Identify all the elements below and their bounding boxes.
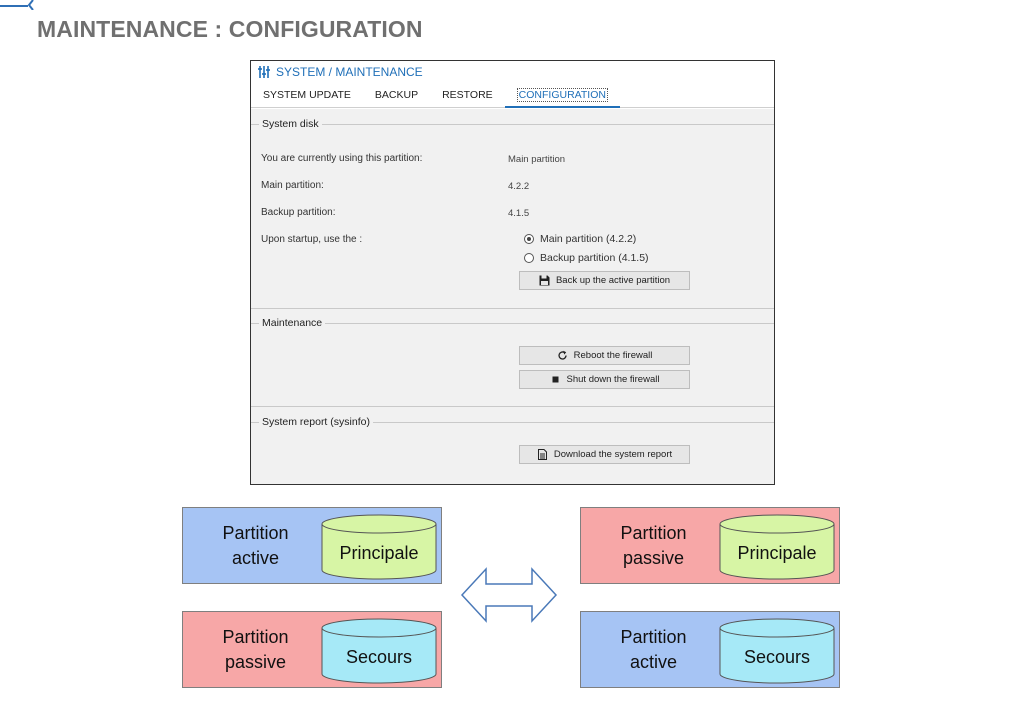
- radio-label: Main partition (4.2.2): [540, 233, 637, 245]
- tab-label: CONFIGURATION: [516, 88, 608, 102]
- partition-box-left-active: Partition active Principale: [182, 507, 442, 584]
- tab-configuration[interactable]: CONFIGURATION: [504, 83, 621, 108]
- current-partition-value: Main partition: [508, 154, 566, 165]
- corner-arrow-icon: [0, 0, 34, 10]
- partition-state-label: Partition active: [222, 522, 289, 568]
- reboot-firewall-button[interactable]: Reboot the firewall: [519, 346, 690, 365]
- disk-label: Principale: [339, 542, 419, 563]
- button-label: Reboot the firewall: [573, 350, 653, 361]
- slide-title: MAINTENANCE : CONFIGURATION: [37, 16, 423, 42]
- section-divider: [251, 406, 774, 407]
- backup-partition-value: 4.1.5: [508, 208, 530, 219]
- maintenance-legend: Maintenance: [251, 316, 774, 330]
- shutdown-firewall-button[interactable]: Shut down the firewall: [519, 370, 690, 389]
- main-partition-label: Main partition:: [261, 180, 324, 191]
- main-partition-value: 4.2.2: [508, 181, 530, 192]
- startup-option-backup[interactable]: Backup partition (4.1.5): [524, 252, 649, 264]
- tab-label: RESTORE: [442, 89, 493, 101]
- section-divider: [251, 308, 774, 309]
- tab-system-update[interactable]: SYSTEM UPDATE: [263, 83, 351, 107]
- download-system-report-button[interactable]: Download the system report: [519, 445, 690, 464]
- section-title: System disk: [262, 118, 319, 130]
- partition-state-label: Partition passive: [620, 522, 687, 568]
- tab-label: BACKUP: [374, 89, 419, 101]
- radio-unchecked[interactable]: [524, 253, 534, 263]
- sliders-icon: [258, 66, 270, 78]
- partition-box-right-passive: Partition passive Principale: [580, 507, 840, 584]
- floppy-disk-icon: [539, 275, 550, 286]
- section-title: System report (sysinfo): [262, 416, 370, 428]
- partition-state-label: Partition active: [620, 626, 687, 672]
- radio-label: Backup partition (4.1.5): [540, 252, 649, 264]
- partition-box-right-active: Partition active Secours: [580, 611, 840, 688]
- tab-backup[interactable]: BACKUP: [375, 83, 418, 107]
- disk-label: Secours: [743, 646, 811, 667]
- button-label: Download the system report: [553, 449, 673, 460]
- refresh-icon: [558, 350, 567, 360]
- startup-label: Upon startup, use the :: [261, 234, 363, 245]
- section-title: Maintenance: [262, 317, 323, 329]
- system-disk-legend: System disk: [251, 117, 774, 131]
- disk-label: Principale: [737, 542, 817, 563]
- window-title: SYSTEM / MAINTENANCE: [276, 65, 423, 79]
- backup-partition-label: Backup partition:: [261, 207, 336, 218]
- current-partition-label: You are currently using this partition:: [261, 153, 423, 164]
- document-icon: [537, 449, 547, 460]
- startup-option-main[interactable]: Main partition (4.2.2): [524, 233, 636, 245]
- button-label: Back up the active partition: [555, 275, 671, 286]
- radio-checked[interactable]: [524, 234, 534, 244]
- tab-restore[interactable]: RESTORE: [442, 83, 493, 107]
- window-header: SYSTEM / MAINTENANCE: [251, 61, 774, 83]
- partition-box-left-passive: Partition passive Secours: [182, 611, 442, 688]
- maintenance-window: SYSTEM / MAINTENANCE SYSTEM UPDATE BACKU…: [250, 60, 775, 485]
- disk-label: Secours: [345, 646, 413, 667]
- double-arrow-icon: [460, 567, 558, 623]
- configuration-panel: System disk You are currently using this…: [251, 109, 774, 484]
- backup-active-partition-button[interactable]: Back up the active partition: [519, 271, 690, 290]
- tab-label: SYSTEM UPDATE: [263, 89, 351, 101]
- sysinfo-legend: System report (sysinfo): [251, 415, 774, 429]
- tab-bar: SYSTEM UPDATE BACKUP RESTORE CONFIGURATI…: [251, 83, 774, 108]
- stop-icon: [552, 376, 559, 383]
- partition-state-label: Partition passive: [222, 626, 289, 672]
- button-label: Shut down the firewall: [566, 374, 660, 385]
